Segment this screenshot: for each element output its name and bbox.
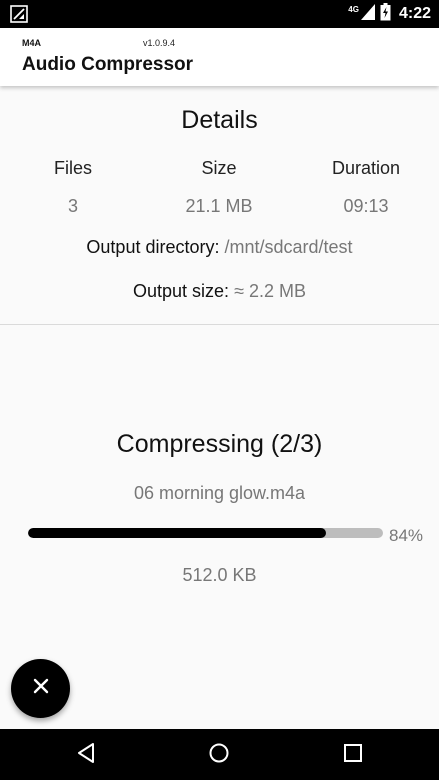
status-bar: 4G 4:22 (0, 0, 439, 28)
back-icon (76, 742, 96, 769)
output-size-label: Output size: (133, 281, 230, 301)
progress-percent: 84% (389, 526, 424, 545)
size-column: Size 21.1 MB (154, 158, 284, 217)
app-bar: M4A v1.0.9.4 Audio Compressor (0, 28, 439, 86)
navigation-bar (0, 729, 439, 780)
files-column: Files 3 (8, 158, 138, 217)
output-directory-row: Output directory: /mnt/sdcard/test (0, 237, 439, 258)
files-header: Files (53, 158, 92, 178)
close-icon (33, 678, 49, 699)
version-label: v1.0.9.4 (143, 38, 176, 48)
section-divider (0, 324, 439, 325)
progress-fill (28, 528, 327, 538)
signal-icon (360, 3, 375, 25)
size-value: 21.1 MB (185, 196, 253, 216)
recents-button[interactable] (339, 741, 367, 769)
back-button[interactable] (72, 741, 100, 769)
details-title: Details (181, 106, 258, 134)
size-header: Size (201, 158, 237, 178)
network-type: 4G (348, 4, 359, 14)
files-value: 3 (67, 196, 78, 216)
home-button[interactable] (205, 741, 233, 769)
progress-bar (28, 528, 383, 538)
clock: 4:22 (398, 5, 431, 22)
duration-column: Duration 09:13 (301, 158, 431, 217)
format-label: M4A (22, 38, 42, 48)
duration-header: Duration (331, 158, 401, 178)
current-file-name: 06 morning glow.m4a (133, 483, 306, 503)
home-icon (208, 742, 230, 769)
duration-value: 09:13 (343, 196, 389, 216)
output-directory-value: /mnt/sdcard/test (224, 237, 353, 257)
battery-icon (380, 2, 391, 26)
recents-icon (343, 743, 363, 768)
output-directory-label: Output directory: (86, 237, 220, 257)
compressing-title: Compressing (2/3) (116, 430, 323, 458)
output-size-value: ≈ 2.2 MB (234, 281, 306, 301)
output-size-row: Output size: ≈ 2.2 MB (0, 281, 439, 302)
notification-icon (10, 5, 28, 23)
cancel-button[interactable] (11, 659, 70, 718)
compressed-size: 512.0 KB (182, 565, 257, 585)
app-title: Audio Compressor (22, 54, 194, 75)
